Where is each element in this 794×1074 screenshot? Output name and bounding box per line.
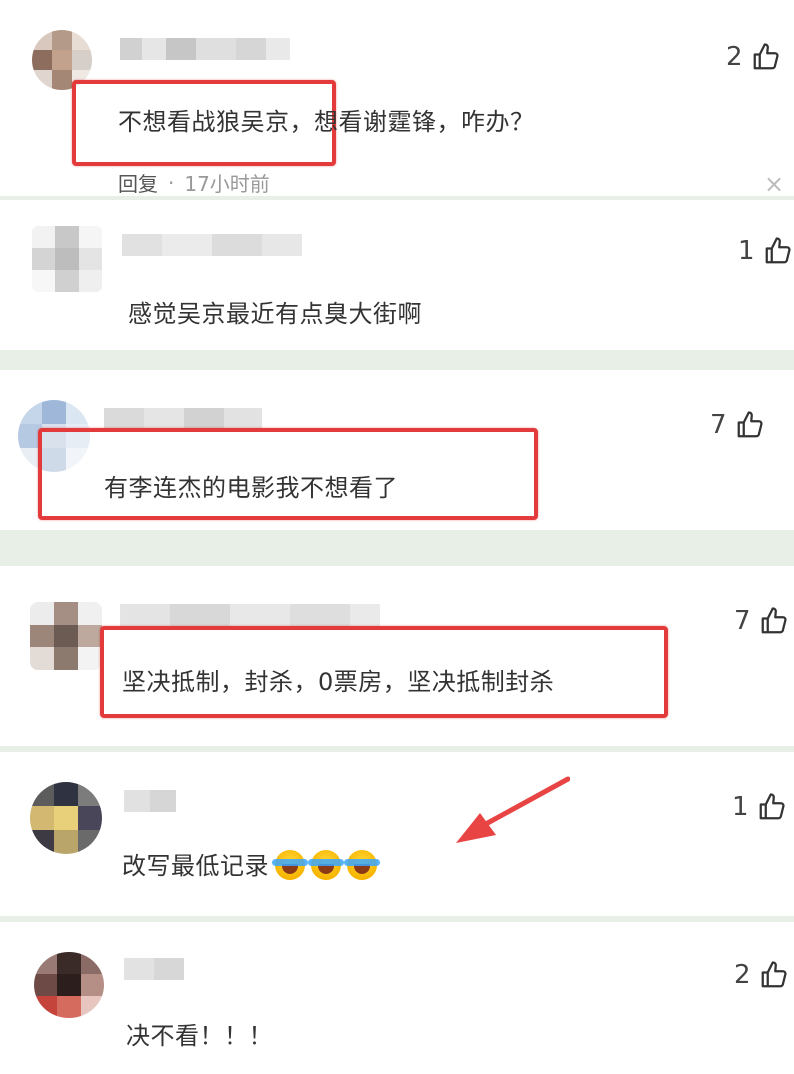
nickname-blurred[interactable]: [124, 958, 184, 980]
red-arrow-annotation: [456, 776, 570, 843]
like-button[interactable]: 1: [738, 236, 793, 266]
timestamp: 17小时前: [184, 172, 270, 196]
like-count: 2: [734, 960, 751, 990]
comment-text-content: 改写最低记录: [122, 852, 269, 880]
nickname-blurred[interactable]: [124, 790, 176, 812]
thumbs-up-icon: [761, 607, 787, 634]
thumbs-up-icon: [765, 237, 791, 264]
nickname-blurred[interactable]: [120, 604, 380, 626]
nickname-blurred[interactable]: [120, 38, 290, 60]
like-button[interactable]: 2: [726, 42, 781, 72]
comment-text: 改写最低记录: [122, 846, 380, 881]
comment-text: 决不看！！！: [126, 1022, 273, 1050]
avatar[interactable]: [32, 226, 102, 292]
like-count: 7: [710, 410, 727, 440]
nickname-blurred[interactable]: [122, 234, 302, 256]
like-count: 7: [734, 606, 751, 636]
avatar[interactable]: [30, 602, 102, 670]
thumbs-up-icon: [761, 961, 787, 988]
reply-button[interactable]: 回复: [118, 168, 158, 197]
comment-card: 7 有李连杰的电影我不想看了: [0, 370, 794, 530]
thumbs-up-icon: [737, 411, 763, 438]
comment-meta: 回复 · 17小时前: [118, 168, 270, 197]
comment-card: 2 决不看！！！: [0, 922, 794, 1074]
comment-text: 坚决抵制，封杀，0票房，坚决抵制封杀: [122, 668, 555, 696]
dot-separator: ·: [168, 170, 175, 195]
comment-text: 不想看战狼吴京，想看谢霆锋，咋办？: [118, 108, 535, 136]
thumbs-up-icon: [753, 43, 779, 70]
close-icon[interactable]: ×: [764, 170, 784, 198]
crying-laughing-emoji: [344, 850, 380, 880]
like-button[interactable]: 2: [734, 960, 789, 990]
like-button[interactable]: 7: [734, 606, 789, 636]
thumbs-up-icon: [759, 793, 785, 820]
avatar[interactable]: [30, 782, 102, 854]
comment-text: 有李连杰的电影我不想看了: [104, 474, 398, 502]
comment-card: 2 不想看战狼吴京，想看谢霆锋，咋办？ 回复 · 17小时前 ×: [0, 0, 794, 198]
like-count: 2: [726, 42, 743, 72]
like-count: 1: [738, 236, 755, 266]
comment-text: 感觉吴京最近有点臭大街啊: [128, 300, 422, 328]
crying-laughing-emoji: [308, 850, 344, 880]
crying-laughing-emoji: [272, 850, 308, 880]
like-button[interactable]: 7: [710, 410, 765, 440]
comment-card: 7 坚决抵制，封杀，0票房，坚决抵制封杀: [0, 566, 794, 746]
nickname-blurred[interactable]: [104, 408, 262, 430]
like-count: 1: [732, 792, 749, 822]
comment-card: 1 改写最低记录: [0, 752, 794, 916]
like-button[interactable]: 1: [732, 792, 787, 822]
avatar[interactable]: [34, 952, 104, 1018]
comment-card: 1 感觉吴京最近有点臭大街啊: [0, 200, 794, 350]
